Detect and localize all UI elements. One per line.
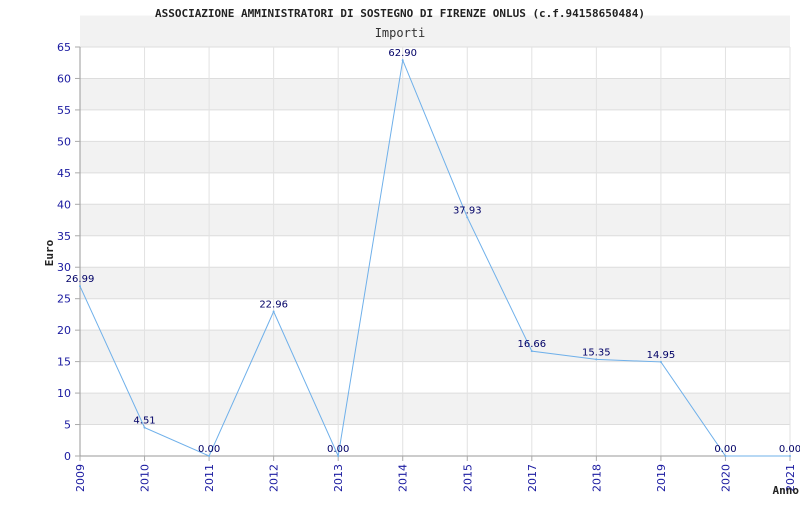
data-point bbox=[659, 360, 662, 363]
grid-band bbox=[80, 204, 790, 236]
grid-band bbox=[80, 141, 790, 173]
chart-title: ASSOCIAZIONE AMMINISTRATORI DI SOSTEGNO … bbox=[155, 7, 645, 20]
data-label: 15.35 bbox=[582, 347, 611, 358]
x-tick-label: 2013 bbox=[332, 464, 345, 492]
data-point bbox=[401, 59, 404, 62]
y-axis-label: Euro bbox=[43, 239, 56, 266]
y-tick-label: 25 bbox=[57, 293, 71, 306]
grid-band bbox=[80, 393, 790, 425]
data-point bbox=[530, 350, 533, 353]
data-label: 0.00 bbox=[714, 444, 736, 455]
x-tick-label: 2011 bbox=[203, 464, 216, 492]
y-tick-label: 5 bbox=[64, 419, 71, 432]
y-tick-label: 35 bbox=[57, 230, 71, 243]
y-tick-label: 0 bbox=[64, 450, 71, 463]
y-tick-label: 45 bbox=[57, 167, 71, 180]
y-tick-label: 20 bbox=[57, 324, 71, 337]
y-axis-ticks: 0 5 10 15 20 25 30 35 40 45 50 55 60 65 bbox=[57, 41, 80, 463]
data-label: 0.00 bbox=[327, 444, 349, 455]
data-point bbox=[724, 455, 727, 457]
grid-band bbox=[80, 267, 790, 299]
data-point bbox=[595, 358, 598, 361]
grid-bands bbox=[80, 15, 790, 425]
x-tick-label: 2010 bbox=[139, 464, 152, 492]
x-tick-label: 2017 bbox=[526, 464, 539, 492]
data-point bbox=[208, 455, 211, 457]
x-axis-ticks: 2009 2010 2011 2012 2013 2014 2015 2017 2018 2019… bbox=[74, 456, 797, 492]
data-point bbox=[337, 455, 340, 457]
data-label: 0.00 bbox=[198, 444, 220, 455]
x-tick-label: 2018 bbox=[590, 464, 603, 492]
data-point bbox=[272, 310, 275, 313]
data-point bbox=[789, 455, 791, 457]
x-tick-label: 2009 bbox=[74, 464, 87, 492]
data-label: 14.95 bbox=[647, 350, 676, 361]
data-point bbox=[466, 216, 469, 219]
data-point bbox=[79, 285, 81, 288]
data-label: 16.66 bbox=[517, 339, 546, 350]
chart-subtitle: Importi bbox=[375, 26, 426, 40]
line-chart: 05101520253035404550556065 2009 2010 2011 2… bbox=[43, 7, 800, 497]
y-tick-label: 60 bbox=[57, 72, 71, 85]
x-tick-label: 2015 bbox=[461, 464, 474, 492]
x-tick-label: 2020 bbox=[719, 464, 732, 492]
y-tick-label: 30 bbox=[57, 261, 71, 274]
data-point bbox=[143, 426, 146, 429]
y-tick-label: 50 bbox=[57, 135, 71, 148]
x-tick-label: 2014 bbox=[397, 464, 410, 492]
grid-band bbox=[80, 15, 790, 47]
y-tick-label: 55 bbox=[57, 104, 71, 117]
data-label: 26.99 bbox=[66, 274, 95, 285]
y-tick-label: 10 bbox=[57, 387, 71, 400]
chart-container: 0 5 10 15 20 25 30 35 40 45 50 55 60 65 2009 2010 2011 2… bbox=[0, 0, 800, 500]
grid-band bbox=[80, 330, 790, 362]
y-tick-label: 65 bbox=[57, 41, 71, 54]
y-tick-label: 40 bbox=[57, 198, 71, 211]
x-tick-label: 2019 bbox=[655, 464, 668, 492]
data-label: 0.00 bbox=[779, 444, 800, 455]
data-label: 62.90 bbox=[388, 48, 417, 59]
data-label: 37.93 bbox=[453, 205, 482, 216]
data-label: 4.51 bbox=[133, 416, 155, 427]
data-label: 22.96 bbox=[259, 300, 288, 311]
x-axis-label: Anno bbox=[773, 484, 800, 497]
x-tick-label: 2012 bbox=[268, 464, 281, 492]
grid-band bbox=[80, 78, 790, 110]
y-tick-label: 15 bbox=[57, 356, 71, 369]
